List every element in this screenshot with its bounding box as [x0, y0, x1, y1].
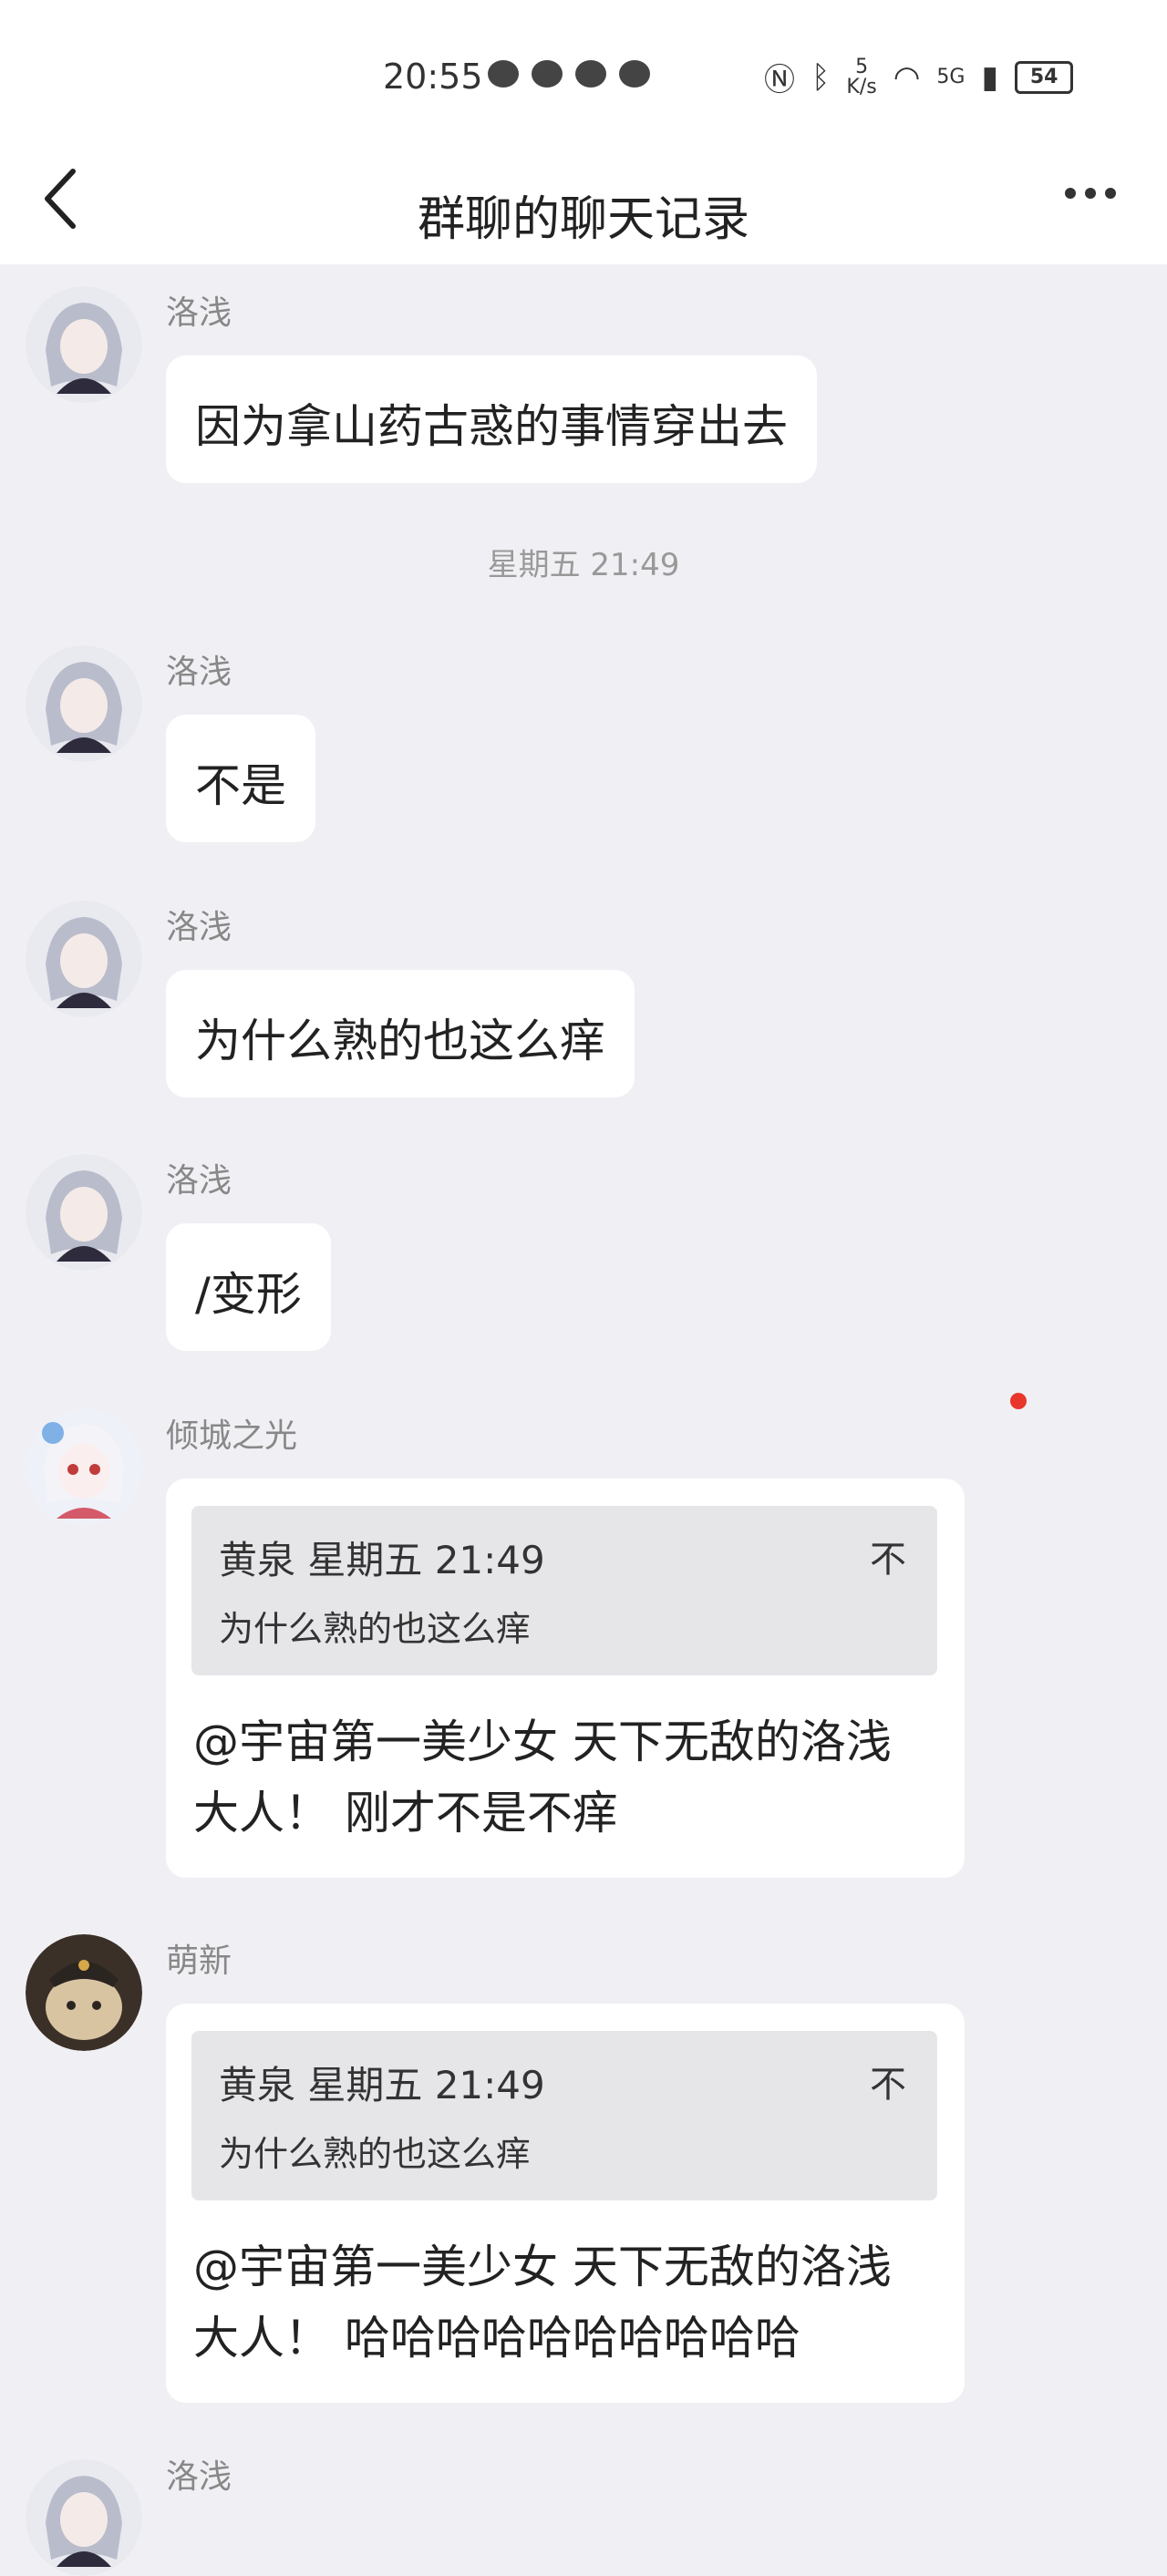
sender-name: 洛浅 [166, 1162, 232, 1200]
quote-text: 为什么熟的也这么痒 [219, 1609, 532, 1649]
timestamp: 星期五 21:49 [487, 547, 680, 583]
signal-icon: ▮ [981, 58, 999, 96]
avatar[interactable] [26, 1409, 142, 1526]
status-bar: 20:55 Ⓝ ᛒ 5 K/s ◠ 5G ▮ 54 [0, 0, 1167, 137]
wechat-icon [488, 60, 519, 88]
status-right: Ⓝ ᛒ 5 K/s ◠ 5G ▮ 54 [764, 55, 1074, 99]
avatar[interactable] [26, 1934, 142, 2051]
reply-text: @宇宙第一美少女 天下无敌的洛浅 大人！ 哈哈哈哈哈哈哈哈哈哈 [193, 2241, 892, 2365]
avatar[interactable] [26, 286, 142, 403]
avatar[interactable] [26, 901, 142, 1017]
quote-header: 黄泉 星期五 21:49 [219, 1538, 545, 1582]
quote-text: 为什么熟的也这么痒 [219, 2134, 532, 2174]
nfc-icon: Ⓝ [764, 62, 795, 98]
message-bubble[interactable]: 因为拿山药古惑的事情穿出去 [166, 355, 817, 483]
quoted-message[interactable]: 黄泉 星期五 21:49 为什么熟的也这么痒 不 [191, 1506, 937, 1675]
reply-text: @宇宙第一美少女 天下无敌的洛浅 大人！ 刚才不是不痒 [193, 1716, 892, 1839]
sender-name: 萌新 [166, 1942, 232, 1980]
sender-name: 洛浅 [166, 294, 232, 332]
wifi-icon: ◠ [893, 58, 921, 96]
sender-name: 倾城之光 [166, 1417, 298, 1455]
jump-to-original-icon[interactable]: 不 [870, 2055, 906, 2107]
top-bar: 群聊的聊天记录 [0, 137, 1167, 264]
status-time: 20:55 [383, 57, 483, 97]
jump-to-original-icon[interactable]: 不 [870, 1530, 906, 1582]
avatar[interactable] [26, 645, 142, 762]
notification-icons [488, 60, 650, 88]
more-dots-icon[interactable] [1065, 188, 1116, 199]
quoted-message[interactable]: 黄泉 星期五 21:49 为什么熟的也这么痒 不 [191, 2031, 937, 2200]
reply-message-card[interactable]: 黄泉 星期五 21:49 为什么熟的也这么痒 不 @宇宙第一美少女 天下无敌的洛… [166, 1479, 965, 1878]
message-bubble[interactable]: 为什么熟的也这么痒 [166, 970, 635, 1097]
battery-icon: 54 [1015, 60, 1074, 94]
message-bubble[interactable]: /变形 [166, 1223, 331, 1351]
avatar[interactable] [26, 2459, 142, 2576]
net-speed: 5 K/s [846, 55, 877, 98]
avatar[interactable] [26, 1154, 142, 1271]
message-icon [619, 60, 650, 88]
reply-message-card[interactable]: 黄泉 星期五 21:49 为什么熟的也这么痒 不 @宇宙第一美少女 天下无敌的洛… [166, 2004, 965, 2403]
message-bubble[interactable]: 不是 [166, 715, 315, 842]
bluetooth-icon: ᛒ [811, 58, 831, 96]
quote-header: 黄泉 星期五 21:49 [219, 2063, 545, 2107]
network-type: 5G [936, 65, 966, 88]
sender-name: 洛浅 [166, 654, 232, 691]
wechat-icon [532, 60, 563, 88]
sender-name: 洛浅 [166, 909, 232, 946]
unread-dot [1010, 1393, 1027, 1409]
app-notification-icon [575, 60, 606, 88]
sender-name: 洛浅 [166, 2458, 232, 2496]
page-title: 群聊的聊天记录 [417, 192, 749, 247]
